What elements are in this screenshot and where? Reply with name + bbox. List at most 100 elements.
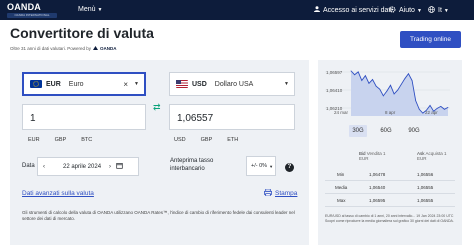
help-icon[interactable]: ? — [285, 163, 294, 172]
spread-select[interactable]: +/- 0% ▼ — [246, 156, 276, 176]
to-amount-input[interactable]: 1,06557 — [169, 104, 295, 130]
quick-currency-eth[interactable]: ETH — [227, 137, 238, 143]
data-point — [444, 108, 445, 110]
to-quick-currencies: USD GBP ETH — [174, 137, 238, 143]
top-navbar: OANDA OANDA INTERNATIONAL Menù ▼ Accesso … — [0, 0, 474, 20]
x-tick-label: 22 apr — [425, 110, 438, 115]
stats-header-ask: Ask Acquista 1 EUR — [417, 151, 453, 161]
from-currency-select[interactable]: EUR Euro × ▼ — [22, 72, 146, 96]
date-value: 22 aprile 2024 — [63, 163, 102, 170]
chevron-down-icon[interactable]: ▼ — [284, 81, 289, 87]
row-ask: 1,06555 — [417, 198, 434, 203]
data-point — [386, 90, 388, 92]
to-currency-select[interactable]: USD Dollaro USA ▼ — [169, 72, 295, 96]
quick-currency-eur[interactable]: EUR — [28, 137, 40, 143]
data-point — [447, 107, 449, 108]
spread-label-line1: Anteprima tasso — [170, 158, 214, 164]
quick-currency-usd[interactable]: USD — [174, 137, 186, 143]
data-point — [440, 106, 442, 107]
logo-subtext: OANDA INTERNATIONAL — [7, 13, 57, 18]
language-label: It — [438, 7, 442, 14]
subtitle-text: Oltre 31 anni di dati valutari. Powered … — [10, 46, 92, 51]
table-row: Min 1,06478 1,06556 — [325, 168, 455, 181]
data-point — [436, 107, 438, 109]
row-label: Media — [335, 185, 348, 190]
data-point — [422, 112, 424, 114]
spread-label: Anteprima tasso interbancario — [170, 157, 213, 173]
menu-label: Menù — [78, 6, 96, 13]
oanda-mark-icon — [93, 46, 99, 51]
data-point — [429, 105, 431, 106]
table-row: Max 1,06595 1,06555 — [325, 194, 455, 207]
data-point — [379, 88, 381, 90]
data-point — [375, 85, 377, 87]
data-point — [397, 89, 399, 91]
login-link[interactable]: Accesso ai servizi dati — [314, 6, 392, 14]
trading-online-button[interactable]: Trading online — [400, 31, 461, 48]
date-label: Data — [22, 163, 35, 169]
data-point — [411, 80, 413, 81]
data-point — [382, 95, 384, 97]
x-tick-label: 8 apr — [385, 110, 396, 115]
us-flag-icon — [176, 80, 188, 88]
period-tab-30g[interactable]: 30G — [349, 125, 367, 137]
clear-icon[interactable]: × — [123, 80, 128, 89]
from-currency-code: EUR — [46, 80, 61, 88]
subtitle-brand: OANDA — [100, 46, 117, 51]
page-title: Convertitore di valuta — [10, 25, 154, 41]
data-point — [415, 100, 417, 101]
row-label: Max — [337, 198, 346, 203]
chevron-left-icon[interactable]: ‹ — [43, 164, 45, 170]
globe-icon — [428, 6, 435, 15]
data-point — [354, 74, 355, 76]
data-point — [418, 108, 420, 110]
chevron-down-icon: ▼ — [269, 163, 274, 169]
to-currency-code: USD — [192, 80, 207, 88]
data-point — [368, 83, 370, 84]
language-selector[interactable]: It ▼ — [428, 6, 449, 15]
swap-currencies-icon[interactable]: ⇄ — [153, 102, 161, 113]
data-point — [408, 73, 409, 75]
help-label: Aiuto — [399, 7, 415, 14]
stats-header-bid: Bid Vendita 1 EUR — [359, 151, 389, 161]
to-currency-name: Dollaro USA — [214, 80, 254, 88]
user-icon — [314, 6, 320, 14]
rate-footnote: EUR/USD al tasso di cambio di 1 anni, 20… — [325, 214, 455, 224]
data-point — [361, 80, 363, 81]
quick-currency-gbp[interactable]: GBP — [201, 137, 213, 143]
chevron-down-icon: ▼ — [416, 7, 422, 14]
chevron-right-icon[interactable]: › — [109, 164, 111, 170]
chevron-down-icon[interactable]: ▼ — [134, 81, 139, 87]
row-ask: 1,06555 — [417, 185, 434, 190]
row-label: Min — [337, 172, 345, 177]
row-bid: 1,06540 — [369, 185, 386, 190]
menu-button[interactable]: Menù ▼ — [78, 6, 102, 13]
data-point — [404, 78, 406, 79]
x-tick-label: 24 mar — [334, 110, 349, 115]
y-tick-label: 1,06597 — [326, 70, 343, 75]
quick-currency-btc[interactable]: BTC — [81, 137, 92, 143]
data-point — [365, 75, 366, 77]
chevron-down-icon: ▼ — [97, 7, 103, 13]
from-quick-currencies: EUR GBP BTC — [28, 137, 92, 143]
disclaimer-text: Gli strumenti di calcolo della valuta di… — [22, 210, 295, 221]
quick-currency-gbp[interactable]: GBP — [55, 137, 67, 143]
eu-flag-icon — [30, 80, 42, 88]
help-button[interactable]: Aiuto ▼ — [389, 6, 422, 15]
rate-footnote-line2: Scopri come riprodurre la media giornali… — [325, 219, 454, 223]
period-tab-60g[interactable]: 60G — [377, 125, 395, 137]
table-row: Media 1,06540 1,06555 — [325, 181, 455, 194]
data-point — [357, 71, 359, 73]
period-tab-90g[interactable]: 90G — [405, 125, 423, 137]
y-tick-label: 1,06410 — [326, 88, 343, 93]
advanced-data-link[interactable]: Dati avanzati sulla valuta — [22, 190, 94, 197]
print-label: Stampa — [275, 190, 298, 197]
from-amount-input[interactable]: 1 — [22, 104, 146, 130]
print-link[interactable]: Stampa — [264, 188, 298, 198]
oanda-logo[interactable]: OANDA OANDA INTERNATIONAL — [7, 2, 57, 18]
page-subtitle: Oltre 31 anni di dati valutari. Powered … — [10, 46, 117, 51]
calendar-icon[interactable] — [116, 162, 123, 171]
date-picker[interactable]: ‹ 22 aprile 2024 › — [37, 157, 139, 176]
gear-icon — [389, 6, 396, 15]
printer-icon — [264, 188, 272, 198]
